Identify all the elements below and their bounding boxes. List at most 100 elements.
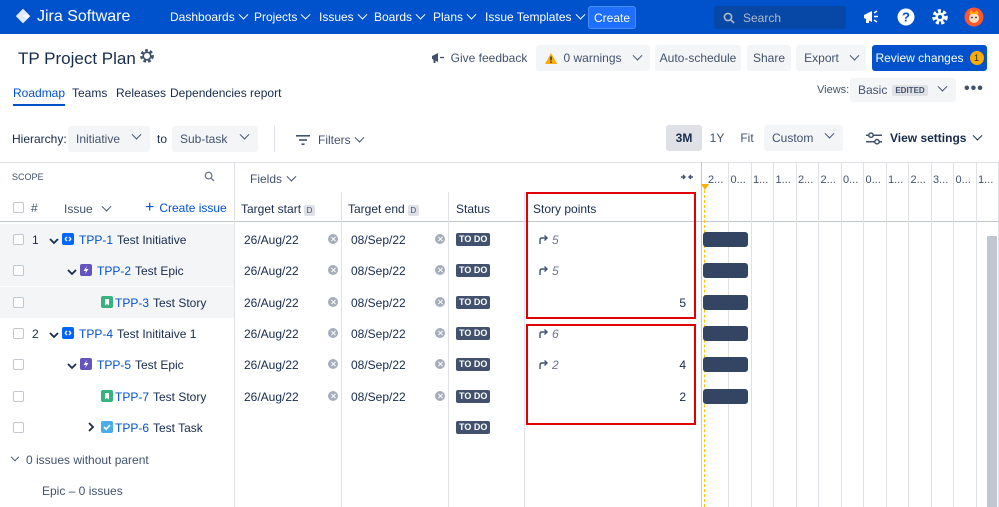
search-input[interactable]: Search: [714, 6, 846, 29]
row-checkbox[interactable]: [13, 422, 24, 433]
target-end-value[interactable]: 08/Sep/22: [351, 327, 406, 341]
create-button[interactable]: Create: [588, 6, 636, 29]
target-end-value[interactable]: 08/Sep/22: [351, 358, 406, 372]
target-start-value[interactable]: 26/Aug/22: [244, 327, 299, 341]
vertical-scrollbar[interactable]: [987, 236, 997, 507]
timeline-bar[interactable]: [703, 232, 748, 247]
auto-schedule-button[interactable]: Auto-schedule: [655, 45, 741, 71]
zoom-1y[interactable]: 1Y: [706, 125, 728, 151]
clear-icon[interactable]: [328, 391, 338, 401]
more-actions-icon[interactable]: •••: [964, 80, 984, 98]
issue-key[interactable]: TPP-6: [115, 421, 149, 435]
nav-issues[interactable]: Issues: [319, 9, 368, 24]
timeline-bar[interactable]: [703, 326, 748, 341]
settings-icon[interactable]: [930, 7, 950, 27]
filters-button[interactable]: Filters: [296, 132, 365, 147]
clear-icon[interactable]: [328, 297, 338, 307]
status-lozenge[interactable]: TO DO: [456, 233, 491, 246]
target-start-value[interactable]: 26/Aug/22: [244, 358, 299, 372]
target-start-value[interactable]: 26/Aug/22: [244, 390, 299, 404]
status-lozenge[interactable]: TO DO: [456, 421, 491, 434]
give-feedback-button[interactable]: Give feedback: [430, 45, 528, 71]
jira-logo[interactable]: Jira Software: [14, 8, 130, 26]
clear-icon[interactable]: [328, 359, 338, 369]
tab-releases[interactable]: Releases: [116, 86, 166, 100]
chevron-down-icon[interactable]: [67, 359, 77, 373]
hierarchy-from-select[interactable]: Initiative: [68, 126, 150, 152]
status-lozenge[interactable]: TO DO: [456, 358, 491, 371]
target-end-value[interactable]: 08/Sep/22: [351, 233, 406, 247]
nav-boards[interactable]: Boards: [374, 9, 426, 24]
hierarchy-to-select[interactable]: Sub-task: [172, 126, 258, 152]
zoom-fit[interactable]: Fit: [736, 125, 758, 151]
clear-icon[interactable]: [435, 265, 445, 275]
clear-icon[interactable]: [435, 328, 445, 338]
row-checkbox[interactable]: [13, 234, 24, 245]
select-all-checkbox[interactable]: [13, 202, 24, 213]
row-checkbox[interactable]: [13, 359, 24, 370]
timeline-bar[interactable]: [703, 295, 748, 310]
target-start-value[interactable]: 26/Aug/22: [244, 296, 299, 310]
clear-icon[interactable]: [435, 297, 445, 307]
status-lozenge[interactable]: TO DO: [456, 296, 491, 309]
filters-label: Filters: [318, 133, 351, 147]
target-start-value[interactable]: 26/Aug/22: [244, 233, 299, 247]
status-lozenge[interactable]: TO DO: [456, 327, 491, 340]
clear-icon[interactable]: [435, 359, 445, 369]
clear-icon[interactable]: [435, 391, 445, 401]
megaphone-icon[interactable]: [861, 7, 881, 27]
tab-dependencies-report[interactable]: Dependencies report: [170, 86, 281, 100]
views-value: Basic: [858, 83, 888, 97]
status-lozenge[interactable]: TO DO: [456, 390, 491, 403]
create-issue-button[interactable]: + Create issue: [145, 200, 227, 216]
target-end-value[interactable]: 08/Sep/22: [351, 390, 406, 404]
row-checkbox[interactable]: [13, 328, 24, 339]
clear-icon[interactable]: [328, 234, 338, 244]
avatar[interactable]: [964, 7, 984, 27]
collapse-fields-icon[interactable]: [680, 172, 694, 182]
fields-dropdown[interactable]: Fields: [250, 171, 297, 186]
target-start-value[interactable]: 26/Aug/22: [244, 264, 299, 278]
share-button[interactable]: Share: [747, 45, 791, 71]
issue-key[interactable]: TPP-7: [115, 390, 149, 404]
export-button[interactable]: Export: [796, 45, 866, 71]
row-checkbox[interactable]: [13, 265, 24, 276]
target-end-value[interactable]: 08/Sep/22: [351, 264, 406, 278]
nav-projects[interactable]: Projects: [254, 9, 311, 24]
chevron-down-icon[interactable]: [49, 328, 59, 342]
chevron-right-icon[interactable]: [87, 421, 95, 435]
zoom-3m[interactable]: 3M: [666, 125, 702, 151]
issue-key[interactable]: TPP-1: [79, 233, 113, 247]
plan-settings-icon[interactable]: [138, 47, 156, 65]
views-select[interactable]: Basic EDITED: [850, 78, 956, 102]
target-end-value[interactable]: 08/Sep/22: [351, 296, 406, 310]
review-changes-button[interactable]: Review changes 1: [872, 45, 987, 71]
tab-teams[interactable]: Teams: [72, 86, 107, 100]
no-parent-group[interactable]: 0 issues without parent: [10, 452, 149, 467]
issue-key[interactable]: TPP-4: [79, 327, 113, 341]
chevron-down-icon[interactable]: [67, 265, 77, 279]
help-icon[interactable]: ?: [896, 7, 916, 27]
tab-roadmap[interactable]: Roadmap: [13, 86, 66, 106]
timeline-bar[interactable]: [703, 263, 748, 278]
clear-icon[interactable]: [328, 265, 338, 275]
status-lozenge[interactable]: TO DO: [456, 264, 491, 277]
timeline-bar[interactable]: [703, 389, 748, 404]
row-checkbox[interactable]: [13, 297, 24, 308]
issue-key[interactable]: TPP-2: [97, 264, 131, 278]
clear-icon[interactable]: [328, 328, 338, 338]
nav-plans[interactable]: Plans: [433, 9, 477, 24]
warnings-button[interactable]: 0 warnings: [536, 45, 650, 71]
chevron-down-icon[interactable]: [49, 234, 59, 248]
nav-issue-templates[interactable]: Issue Templates: [485, 9, 585, 24]
view-settings-button[interactable]: View settings: [866, 130, 983, 145]
issue-header[interactable]: Issue: [64, 201, 112, 216]
clear-icon[interactable]: [435, 234, 445, 244]
row-checkbox[interactable]: [13, 391, 24, 402]
scope-search-icon[interactable]: [204, 171, 215, 182]
timeline-bar[interactable]: [703, 357, 748, 372]
issue-key[interactable]: TPP-5: [97, 358, 131, 372]
zoom-custom-select[interactable]: Custom: [764, 125, 843, 151]
nav-dashboards[interactable]: Dashboards: [170, 9, 249, 24]
issue-key[interactable]: TPP-3: [115, 296, 149, 310]
